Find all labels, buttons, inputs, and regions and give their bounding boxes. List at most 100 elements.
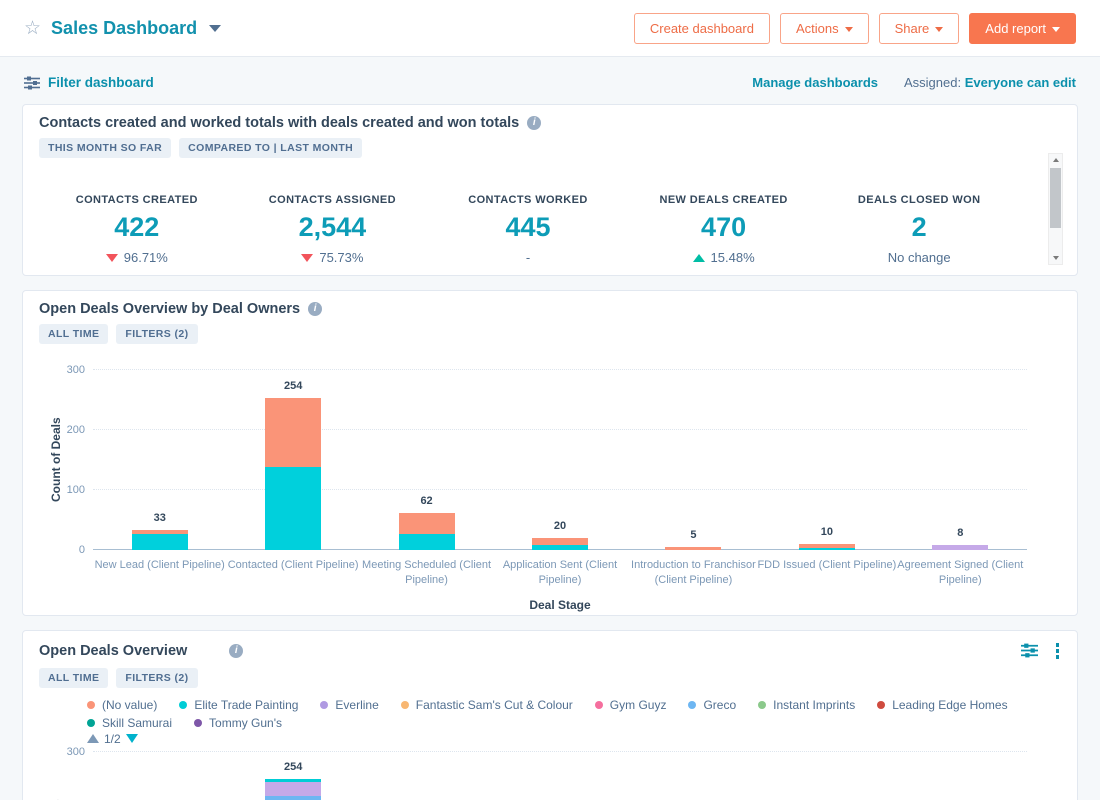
legend-item[interactable]: (No value) [87, 698, 157, 712]
legend-label: Skill Samurai [102, 716, 172, 730]
legend-label: Tommy Gun's [209, 716, 282, 730]
metric-value: 422 [39, 212, 235, 243]
bar[interactable] [532, 538, 588, 550]
bar-segment[interactable] [399, 513, 455, 534]
deals-by-owner-badges: ALL TIME FILTERS (2) [39, 324, 1061, 344]
metric-value: 445 [430, 212, 626, 243]
kpi-card-title: Contacts created and worked totals with … [39, 115, 519, 131]
metric-label: CONTACTS ASSIGNED [235, 194, 431, 206]
open-deals-card-icons [1021, 641, 1062, 661]
metric: CONTACTS CREATED 422 96.71% [39, 194, 235, 265]
legend-item[interactable]: Greco [688, 698, 736, 712]
actions-button[interactable]: Actions [780, 13, 869, 44]
gridline [93, 429, 1027, 430]
more-options-kebab-icon[interactable] [1054, 641, 1062, 661]
date-range-badge: THIS MONTH SO FAR [39, 138, 171, 158]
legend-item[interactable]: Fantastic Sam's Cut & Colour [401, 698, 573, 712]
legend-item[interactable]: Instant Imprints [758, 698, 855, 712]
add-report-button-label: Add report [985, 21, 1046, 36]
bar[interactable] [799, 544, 855, 550]
open-deals-chart: 200300254Count of Deals [39, 746, 1061, 800]
filters-badge: FILTERS (2) [116, 324, 197, 344]
filter-dashboard-link[interactable]: Filter dashboard [24, 75, 154, 90]
legend-item[interactable]: Skill Samurai [87, 716, 172, 730]
kpi-card-badges: THIS MONTH SO FAR COMPARED TO | LAST MON… [39, 138, 1061, 158]
bar-segment[interactable] [399, 534, 455, 550]
chart-legend: (No value) Elite Trade Painting Everline Fa… [87, 698, 1061, 730]
metric-value: 2 [821, 212, 1017, 243]
legend-item[interactable]: Tommy Gun's [194, 716, 282, 730]
bar-segment[interactable] [265, 782, 321, 796]
legend-label: (No value) [102, 698, 157, 712]
bar-segment[interactable] [265, 467, 321, 550]
info-icon[interactable]: i [527, 116, 541, 130]
legend-dot-icon [877, 701, 885, 709]
scrollbar-thumb[interactable] [1050, 168, 1061, 228]
manage-dashboards-link[interactable]: Manage dashboards [752, 75, 878, 90]
bar-value-label: 8 [920, 527, 1000, 539]
bar-segment[interactable] [532, 545, 588, 550]
bar-segment[interactable] [665, 547, 721, 550]
scroll-down-icon[interactable] [1053, 256, 1059, 260]
x-tick-label: Introduction to Franchisor (Client Pipel… [617, 558, 769, 588]
top-bar: ☆ Sales Dashboard Create dashboard Actio… [0, 0, 1100, 57]
metric: CONTACTS ASSIGNED2,54475.73% [235, 194, 431, 265]
bar[interactable] [932, 545, 988, 550]
x-axis-title: Deal Stage [93, 598, 1027, 612]
info-icon[interactable]: i [229, 644, 243, 658]
legend-page-down-icon[interactable] [126, 734, 138, 743]
bar[interactable] [399, 513, 455, 550]
legend-label: Everline [335, 698, 378, 712]
bar[interactable] [265, 779, 321, 800]
legend-item[interactable]: Gym Guyz [595, 698, 667, 712]
dashboard-switcher-caret-icon[interactable] [209, 25, 221, 32]
legend-item[interactable]: Elite Trade Painting [179, 698, 298, 712]
assigned-value-link[interactable]: Everyone can edit [965, 75, 1076, 90]
legend-item[interactable]: Everline [320, 698, 378, 712]
metric-value: 470 [626, 212, 822, 243]
info-icon[interactable]: i [308, 302, 322, 316]
bar-segment[interactable] [799, 548, 855, 550]
metric-delta-text: 75.73% [319, 250, 363, 265]
chevron-down-icon [845, 27, 853, 32]
add-report-button[interactable]: Add report [969, 13, 1076, 44]
y-tick-label: 300 [67, 746, 85, 758]
filter-dashboard-label: Filter dashboard [48, 75, 154, 90]
bar-segment[interactable] [932, 545, 988, 550]
bar-segment[interactable] [265, 398, 321, 467]
toolbar-right: Manage dashboards Assigned: Everyone can… [752, 75, 1076, 90]
chart-plot-area: 200300254 [93, 752, 1027, 800]
bar[interactable] [665, 547, 721, 550]
open-deals-title: Open Deals Overview [39, 643, 187, 659]
kpi-scrollbar[interactable] [1048, 153, 1063, 265]
favorite-star-icon[interactable]: ☆ [24, 19, 41, 38]
sales-dashboard-page: ☆ Sales Dashboard Create dashboard Actio… [0, 0, 1100, 800]
y-tick-label: 200 [67, 424, 85, 436]
actions-button-label: Actions [796, 21, 839, 36]
bar[interactable] [265, 398, 321, 550]
compare-badge: COMPARED TO | LAST MONTH [179, 138, 362, 158]
legend-label: Elite Trade Painting [194, 698, 298, 712]
chart-filter-sliders-icon[interactable] [1021, 643, 1038, 658]
y-tick-label: 0 [79, 544, 85, 556]
deals-by-owner-header: Open Deals Overview by Deal Owners i [39, 301, 1061, 317]
bar-segment[interactable] [532, 538, 588, 545]
bar[interactable] [132, 530, 188, 550]
metric-delta: No change [821, 250, 1017, 265]
bar-value-label: 5 [653, 529, 733, 541]
x-tick-label: Meeting Scheduled (Client Pipeline) [351, 558, 503, 588]
y-axis-label: Count of Deals [49, 370, 63, 550]
metric-label: CONTACTS CREATED [39, 194, 235, 206]
scroll-up-icon[interactable] [1053, 158, 1059, 162]
legend-page-up-icon[interactable] [87, 734, 99, 743]
legend-item[interactable]: Leading Edge Homes [877, 698, 1007, 712]
bar-segment[interactable] [265, 796, 321, 800]
delta-down-icon [106, 254, 118, 262]
bar-segment[interactable] [132, 534, 188, 550]
metric: NEW DEALS CREATED47015.48% [626, 194, 822, 265]
gridline [93, 489, 1027, 490]
metric-delta: 96.71% [39, 250, 235, 265]
share-button[interactable]: Share [879, 13, 960, 44]
create-dashboard-button[interactable]: Create dashboard [634, 13, 770, 44]
page-title[interactable]: Sales Dashboard [51, 18, 197, 39]
